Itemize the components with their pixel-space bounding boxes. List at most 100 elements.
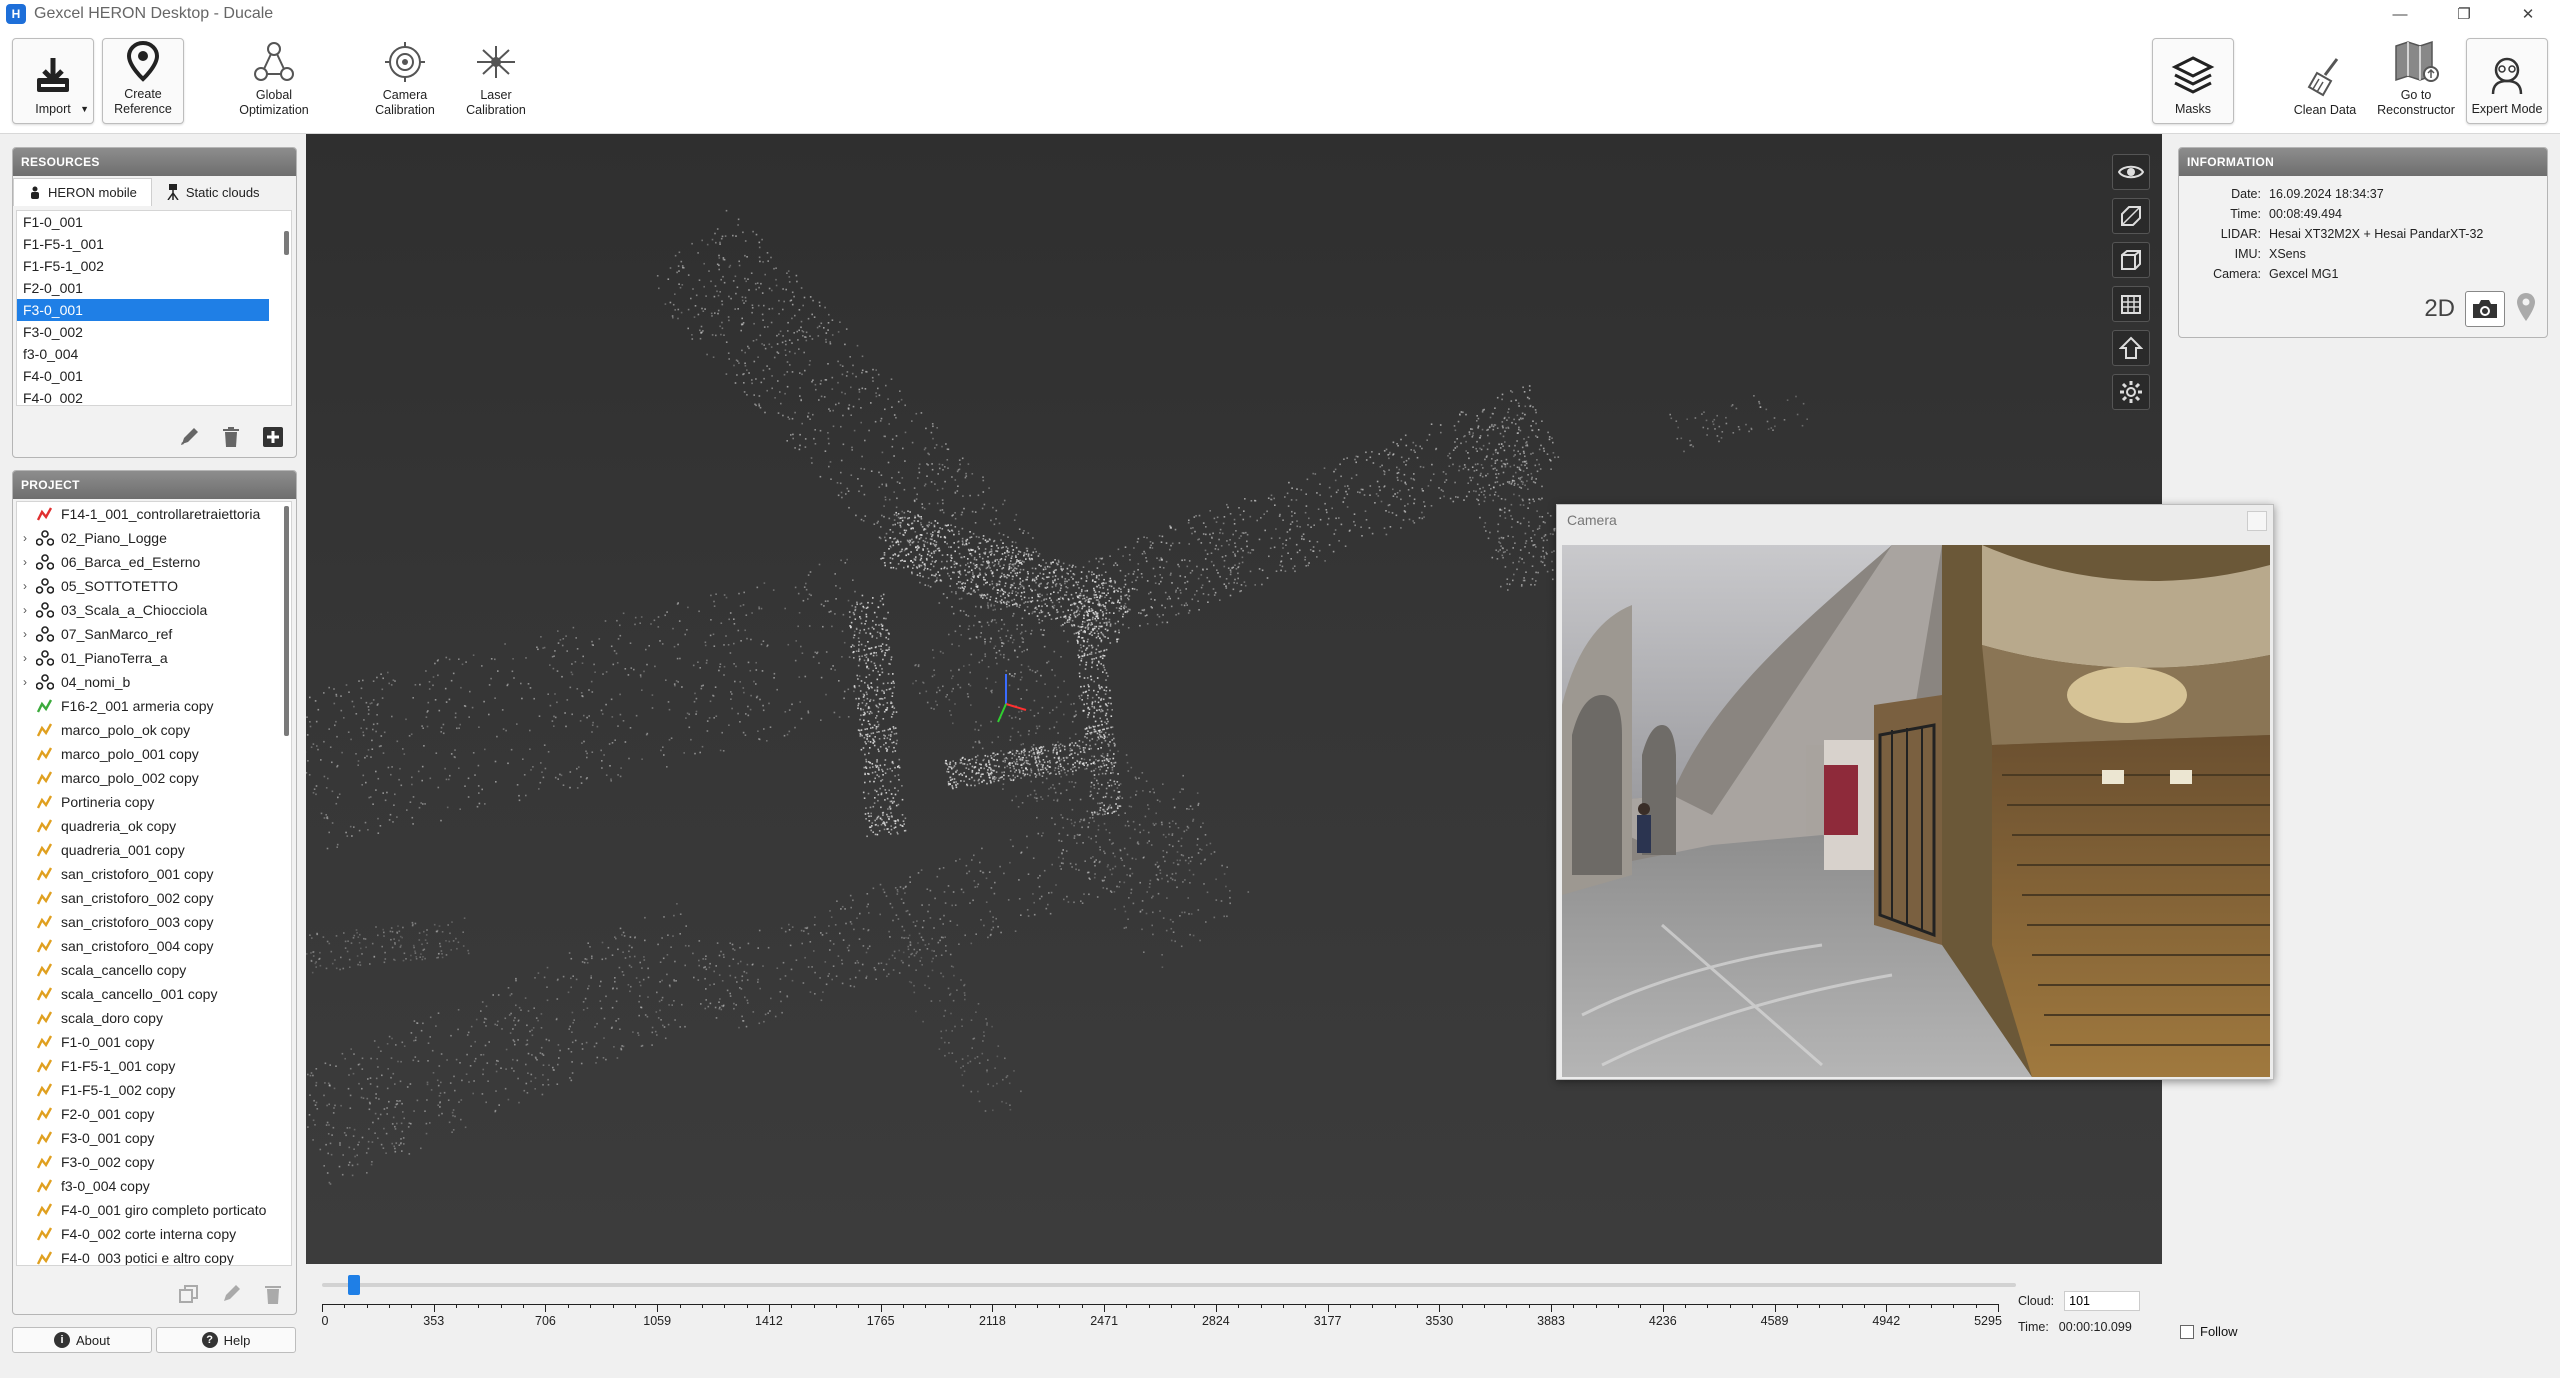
timeline-slider-track[interactable] xyxy=(322,1283,2016,1287)
timeline-slider-handle[interactable] xyxy=(348,1275,361,1295)
restore-button[interactable]: ❐ xyxy=(2432,0,2496,28)
project-trajectory[interactable]: F1-F5-1_001 copy xyxy=(17,1054,291,1078)
resource-item[interactable]: F4-0_001 xyxy=(17,365,269,387)
project-trajectory[interactable]: quadreria_001 copy xyxy=(17,838,291,862)
ruler-minor-tick xyxy=(746,1304,748,1308)
about-button[interactable]: i About xyxy=(12,1327,152,1353)
resource-item[interactable]: F2-0_001 xyxy=(17,277,269,299)
ruler-minor-tick xyxy=(970,1304,972,1308)
help-button[interactable]: ? Help xyxy=(156,1327,296,1353)
resources-scrollbar[interactable] xyxy=(284,231,289,255)
expand-chevron-icon[interactable]: › xyxy=(17,651,33,665)
project-trajectory[interactable]: quadreria_ok copy xyxy=(17,814,291,838)
project-trajectory[interactable]: marco_polo_002 copy xyxy=(17,766,291,790)
project-group[interactable]: › 02_Piano_Logge xyxy=(17,526,291,550)
expand-chevron-icon[interactable]: › xyxy=(17,603,33,617)
delete-resource-button[interactable] xyxy=(218,424,244,450)
project-trajectory[interactable]: F4-0_002 corte interna copy xyxy=(17,1222,291,1246)
create-reference-button[interactable]: Create Reference xyxy=(102,38,184,124)
laser-calibration-button[interactable]: Laser Calibration xyxy=(452,38,540,124)
resource-item[interactable]: F1-F5-1_001 xyxy=(17,233,269,255)
resource-item[interactable]: F3-0_001 xyxy=(17,299,269,321)
project-group[interactable]: › 06_Barca_ed_Esterno xyxy=(17,550,291,574)
project-group[interactable]: › 07_SanMarco_ref xyxy=(17,622,291,646)
edit-resource-button[interactable] xyxy=(176,424,202,450)
resource-item[interactable]: F1-F5-1_002 xyxy=(17,255,269,277)
project-trajectory[interactable]: marco_polo_001 copy xyxy=(17,742,291,766)
cloud-input[interactable] xyxy=(2064,1291,2141,1311)
project-trajectory[interactable]: F4-0_003 potici e altro copy xyxy=(17,1246,291,1265)
ruler-minor-tick xyxy=(1752,1304,1754,1308)
project-trajectory[interactable]: scala_cancello_001 copy xyxy=(17,982,291,1006)
expand-chevron-icon[interactable]: › xyxy=(17,555,33,569)
resource-item[interactable]: F4-0_002 xyxy=(17,387,269,405)
expand-chevron-icon[interactable]: › xyxy=(17,627,33,641)
project-trajectory[interactable]: F3-0_001 copy xyxy=(17,1126,291,1150)
duplicate-item-button[interactable] xyxy=(176,1281,202,1307)
visibility-button[interactable] xyxy=(2112,154,2150,190)
project-trajectory[interactable]: san_cristoforo_002 copy xyxy=(17,886,291,910)
plane-view-button[interactable] xyxy=(2112,198,2150,234)
ruler-minor-tick xyxy=(478,1304,480,1308)
resource-item[interactable]: f3-0_004 xyxy=(17,343,269,365)
cube-view-button[interactable] xyxy=(2112,242,2150,278)
close-window-button[interactable]: ✕ xyxy=(2496,0,2560,28)
add-resource-button[interactable] xyxy=(260,424,286,450)
home-view-button[interactable] xyxy=(2112,330,2150,366)
global-optimization-button[interactable]: Global Optimization xyxy=(228,38,320,124)
trajectory-yellow-icon xyxy=(33,1202,57,1218)
follow-checkbox[interactable] xyxy=(2180,1324,2194,1339)
ruler-tick-label: 1412 xyxy=(755,1314,783,1328)
project-trajectory[interactable]: san_cristoforo_003 copy xyxy=(17,910,291,934)
project-trajectory[interactable]: san_cristoforo_001 copy xyxy=(17,862,291,886)
project-group[interactable]: › 01_PianoTerra_a xyxy=(17,646,291,670)
project-trajectory[interactable]: F1-0_001 copy xyxy=(17,1030,291,1054)
delete-item-button[interactable] xyxy=(260,1281,286,1307)
location-button[interactable] xyxy=(2515,292,2537,327)
resource-item[interactable]: F1-0_001 xyxy=(17,211,269,233)
project-trajectory[interactable]: F16-2_001 armeria copy xyxy=(17,694,291,718)
minimize-button[interactable]: — xyxy=(2368,0,2432,28)
go-to-reconstructor-button[interactable]: Go to Reconstructor xyxy=(2370,38,2462,124)
camera-window-close-button[interactable] xyxy=(2247,511,2267,531)
camera-window[interactable]: Camera xyxy=(1556,504,2274,1080)
ruler-minor-tick xyxy=(1081,1304,1083,1308)
resource-item[interactable]: F3-0_002 xyxy=(17,321,269,343)
project-group[interactable]: › 04_nomi_b xyxy=(17,670,291,694)
expand-chevron-icon[interactable]: › xyxy=(17,675,33,689)
view-settings-button[interactable] xyxy=(2112,374,2150,410)
project-trajectory[interactable]: scala_doro copy xyxy=(17,1006,291,1030)
camera-calibration-label: Camera Calibration xyxy=(375,88,435,117)
building-view-button[interactable] xyxy=(2112,286,2150,322)
import-button[interactable]: Import ▼ xyxy=(12,38,94,124)
project-trajectory[interactable]: F4-0_001 giro completo porticato xyxy=(17,1198,291,1222)
clean-data-button[interactable]: Clean Data xyxy=(2280,38,2370,124)
tab-heron-mobile[interactable]: HERON mobile xyxy=(13,178,152,206)
ruler-tick-label: 3530 xyxy=(1425,1314,1454,1328)
project-trajectory[interactable]: f3-0_004 copy xyxy=(17,1174,291,1198)
follow-option[interactable]: Follow xyxy=(2180,1324,2238,1339)
expert-mode-button[interactable]: Expert Mode xyxy=(2466,38,2548,124)
project-trajectory[interactable]: Portineria copy xyxy=(17,790,291,814)
project-trajectory[interactable]: F1-F5-1_002 copy xyxy=(17,1078,291,1102)
expand-chevron-icon[interactable]: › xyxy=(17,579,33,593)
camera-calibration-button[interactable]: Camera Calibration xyxy=(360,38,450,124)
import-dropdown-icon[interactable]: ▼ xyxy=(80,102,89,117)
project-trajectory[interactable]: san_cristoforo_004 copy xyxy=(17,934,291,958)
project-group[interactable]: › 05_SOTTOTETTO xyxy=(17,574,291,598)
project-trajectory[interactable]: F2-0_001 copy xyxy=(17,1102,291,1126)
project-trajectory[interactable]: marco_polo_ok copy xyxy=(17,718,291,742)
camera-toggle-button[interactable] xyxy=(2465,291,2505,327)
go-to-reconstructor-label: Go to Reconstructor xyxy=(2377,88,2455,117)
expand-chevron-icon[interactable]: › xyxy=(17,531,33,545)
gear-icon xyxy=(2120,381,2142,403)
project-trajectory[interactable]: scala_cancello copy xyxy=(17,958,291,982)
tab-static-clouds[interactable]: Static clouds xyxy=(152,178,274,206)
project-group[interactable]: › 03_Scala_a_Chiocciola xyxy=(17,598,291,622)
project-trajectory[interactable]: F14-1_001_controllaretraiettoria xyxy=(17,502,291,526)
masks-button[interactable]: Masks xyxy=(2152,38,2234,124)
2d-mode-button[interactable]: 2D xyxy=(2424,295,2455,323)
project-scrollbar[interactable] xyxy=(284,506,289,736)
edit-item-button[interactable] xyxy=(218,1281,244,1307)
project-trajectory[interactable]: F3-0_002 copy xyxy=(17,1150,291,1174)
